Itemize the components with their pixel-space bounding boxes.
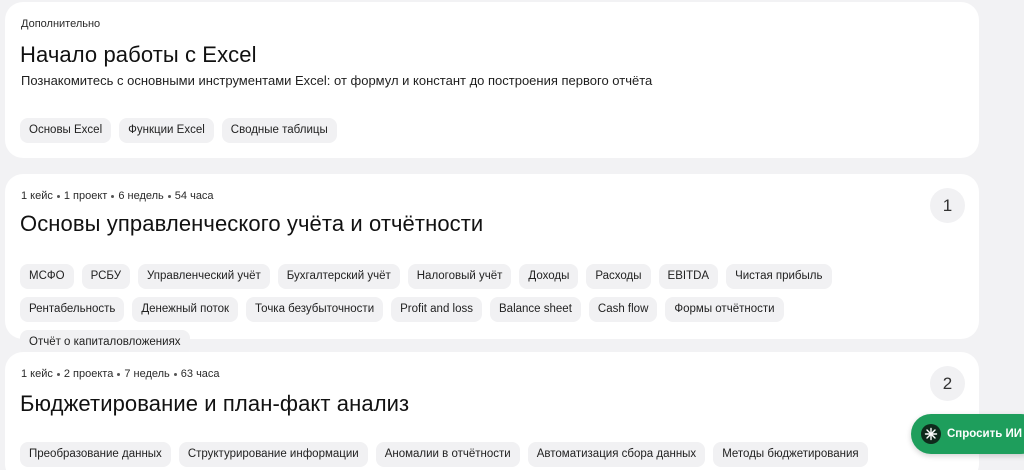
meta-hours: 54 часа <box>174 190 214 202</box>
skill-tag: Управленческий учёт <box>138 264 270 289</box>
skill-tag: Методы бюджетирования <box>713 442 868 467</box>
course-card-module-1[interactable]: 1 кейс 1 проект 6 недель 54 часа Основы … <box>5 174 979 355</box>
meta-hours: 63 часа <box>180 368 220 380</box>
skill-tags: Преобразование данных Структурирование и… <box>20 442 919 467</box>
meta-separator <box>117 372 121 376</box>
skill-tag: EBITDA <box>658 264 719 289</box>
skill-tag: Profit and loss <box>391 297 482 322</box>
skill-tag: Сводные таблицы <box>221 118 337 143</box>
meta-weeks: 7 недель <box>124 368 170 380</box>
card-title: Бюджетирование и план-факт анализ <box>20 391 410 416</box>
course-program-page: Дополнительно Начало работы с Excel Позн… <box>0 0 1024 470</box>
ask-ai-button[interactable]: Спросить ИИ <box>911 414 1024 454</box>
card-eyebrow: Дополнительно <box>21 18 101 30</box>
skill-tag: РСБУ <box>81 264 131 289</box>
meta-separator <box>173 372 177 376</box>
skill-tag: Balance sheet <box>490 297 581 322</box>
card-title: Начало работы с Excel <box>20 42 257 67</box>
meta-separator <box>167 194 171 198</box>
meta-separator <box>56 372 60 376</box>
skill-tag: Рентабельность <box>20 297 125 322</box>
module-number-badge: 2 <box>930 366 965 401</box>
skill-tag: Структурирование информации <box>178 442 368 467</box>
course-card-excel[interactable]: Дополнительно Начало работы с Excel Позн… <box>5 2 979 158</box>
skill-tag: Точка безубыточности <box>246 297 384 322</box>
skill-tag: Автоматизация сбора данных <box>527 442 706 467</box>
course-card-module-2[interactable]: 1 кейс 2 проекта 7 недель 63 часа Бюджет… <box>5 352 979 470</box>
meta-projects: 1 проект <box>63 190 108 202</box>
skill-tags: МСФО РСБУ Управленческий учёт Бухгалтерс… <box>20 264 919 355</box>
skill-tag: Бухгалтерский учёт <box>277 264 400 289</box>
card-title: Основы управленческого учёта и отчётност… <box>20 211 484 236</box>
meta-separator <box>56 194 60 198</box>
skill-tag: Функции Excel <box>119 118 214 143</box>
meta-cases: 1 кейс <box>21 368 53 380</box>
skill-tag: МСФО <box>20 264 74 289</box>
skill-tag: Чистая прибыль <box>726 264 832 289</box>
module-number-badge: 1 <box>930 188 965 223</box>
meta-weeks: 6 недель <box>118 190 164 202</box>
skill-tag: Доходы <box>519 264 579 289</box>
skill-tag: Денежный поток <box>132 297 239 322</box>
meta-cases: 1 кейс <box>21 190 53 202</box>
sparkle-icon <box>921 424 941 444</box>
skill-tag: Расходы <box>586 264 651 289</box>
skill-tag: Формы отчётности <box>665 297 784 322</box>
meta-separator <box>111 194 115 198</box>
module-meta: 1 кейс 1 проект 6 недель 54 часа <box>21 190 214 202</box>
skill-tags: Основы Excel Функции Excel Сводные табли… <box>20 118 919 143</box>
meta-projects: 2 проекта <box>63 368 114 380</box>
skill-tag: Cash flow <box>588 297 658 322</box>
module-meta: 1 кейс 2 проекта 7 недель 63 часа <box>21 368 220 380</box>
skill-tag: Налоговый учёт <box>407 264 512 289</box>
skill-tag: Преобразование данных <box>20 442 171 467</box>
skill-tag: Аномалии в отчётности <box>375 442 520 467</box>
card-subtitle: Познакомитесь с основными инструментами … <box>21 73 653 88</box>
ask-ai-label: Спросить ИИ <box>947 428 1023 440</box>
skill-tag: Основы Excel <box>20 118 112 143</box>
